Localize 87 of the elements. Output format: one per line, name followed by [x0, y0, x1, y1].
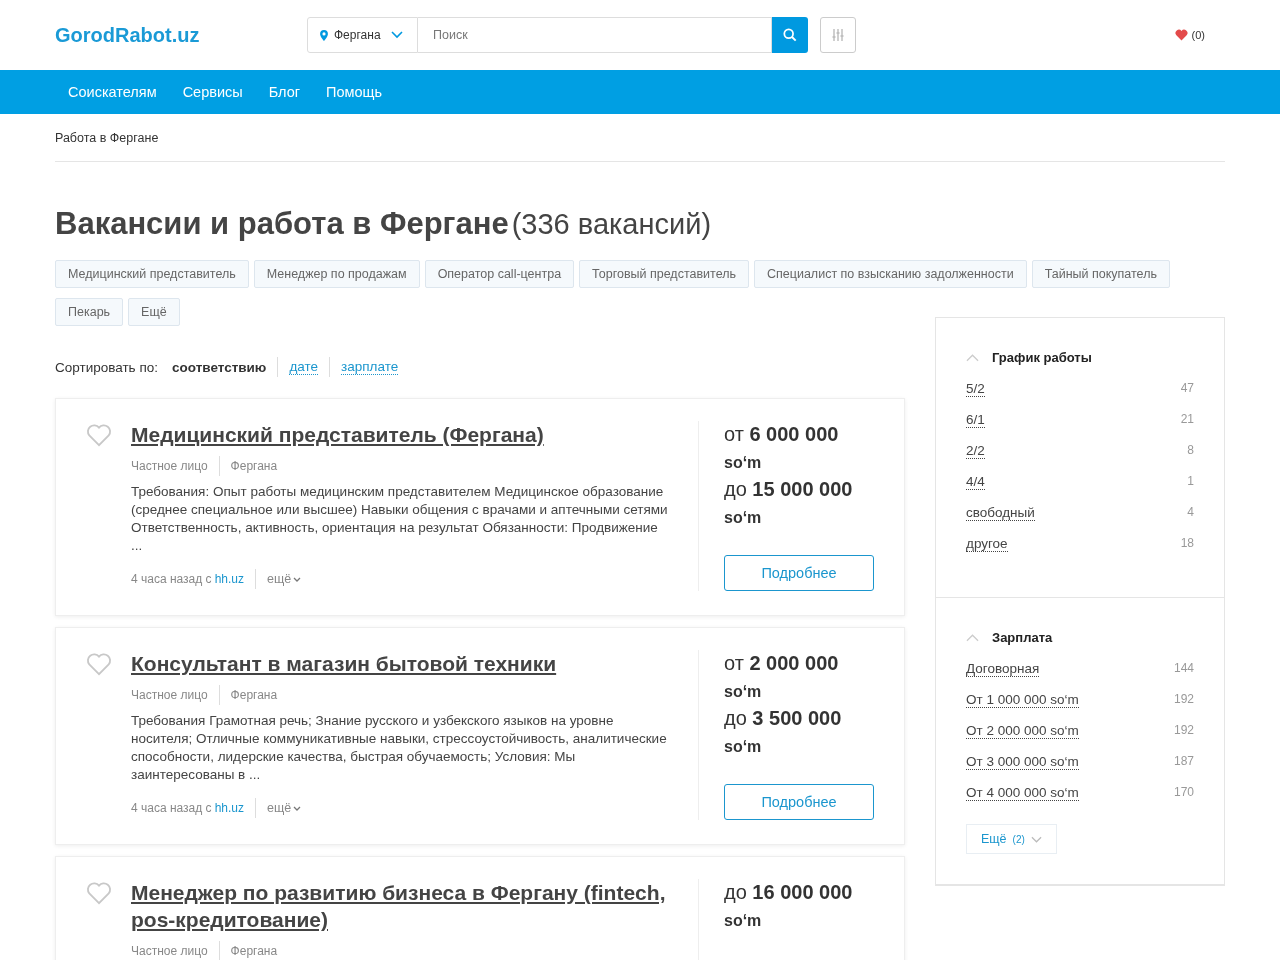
employer-label: Частное лицо: [131, 459, 208, 473]
chevron-up-icon[interactable]: [966, 633, 979, 642]
salary-text: от 2 000 000 so‘m: [724, 651, 840, 702]
filter-option[interactable]: От 4 000 000 so‘m: [966, 785, 1079, 801]
salary-text: от 6 000 000 so‘m: [724, 422, 840, 473]
site-logo[interactable]: GorodRabot.uz: [55, 23, 307, 47]
city-label: Фергана: [230, 688, 278, 702]
chevron-down-icon: [293, 576, 302, 582]
filter-heading: График работы: [992, 350, 1092, 365]
tag-chip[interactable]: Ещё: [128, 298, 180, 326]
employer-label: Частное лицо: [131, 688, 208, 702]
heart-icon[interactable]: [1174, 29, 1188, 41]
posted-time: 4 часа назад с: [131, 572, 212, 586]
posted-time: 4 часа назад с: [131, 801, 212, 815]
more-dropdown[interactable]: ещё: [267, 572, 302, 586]
city-dropdown[interactable]: Фергана: [307, 17, 418, 53]
filter-option[interactable]: Договорная: [966, 661, 1040, 677]
chevron-down-icon: [390, 31, 403, 39]
vacancy-title-link[interactable]: Консультант в магазин бытовой техники: [131, 650, 668, 677]
details-button[interactable]: Подробнее: [724, 555, 874, 591]
search-field[interactable]: Поиск: [418, 17, 772, 53]
chevron-down-icon: [1030, 835, 1042, 843]
sort-option[interactable]: соответствию: [172, 359, 267, 375]
tag-chip[interactable]: Пекарь: [55, 298, 124, 326]
filter-option[interactable]: другое: [966, 536, 1008, 552]
search-button[interactable]: [772, 17, 808, 53]
tag-chip[interactable]: Торговый представитель: [579, 260, 749, 288]
salary-text: до 16 000 000 so‘m: [724, 880, 854, 931]
heart-outline-icon[interactable]: [86, 423, 112, 447]
page-title: Вакансии и работа в Фергане: [55, 206, 509, 241]
option-count: 144: [1173, 661, 1194, 677]
employer-label: Частное лицо: [131, 944, 208, 958]
filter-button[interactable]: [820, 17, 856, 53]
nav-link[interactable]: Соискателям: [68, 84, 157, 100]
source-link[interactable]: hh.uz: [214, 801, 244, 815]
city-label: Фергана: [230, 944, 278, 958]
vacancy-description: Требования: Опыт работы медицинским представителем Медицинское образование (среднее специальное или высшее) Навыки общения с врачами и аптечными сетями Ответственность, активность, ориентация на результат Обязанности: Продвижение ...: [131, 483, 668, 555]
tag-chip[interactable]: Медицинский представитель: [55, 260, 249, 288]
vacancy-count: (336 вакансий): [511, 208, 712, 240]
location-pin-icon: [320, 29, 328, 41]
vacancy-title-link[interactable]: Менеджер по развитию бизнеса в Фергану (fintech, pos-кредитование): [131, 879, 668, 933]
show-more-button[interactable]: Ещё (2): [966, 824, 1057, 854]
filter-option[interactable]: От 3 000 000 so‘m: [966, 754, 1079, 770]
breadcrumb[interactable]: Работа в Фергане: [55, 130, 159, 145]
filter-option[interactable]: свободный: [966, 505, 1035, 521]
option-count: 192: [1173, 692, 1194, 708]
city-label: Фергана: [230, 459, 278, 473]
details-button[interactable]: Подробнее: [724, 784, 874, 820]
search-icon: [783, 28, 797, 42]
filter-option[interactable]: 6/1: [966, 412, 985, 428]
filter-option[interactable]: От 2 000 000 so‘m: [966, 723, 1079, 739]
filter-option[interactable]: 4/4: [966, 474, 985, 490]
chevron-up-icon[interactable]: [966, 353, 979, 362]
sort-label: Сортировать по:: [55, 359, 158, 375]
filter-option[interactable]: 2/2: [966, 443, 985, 459]
vacancy-title-link[interactable]: Медицинский представитель (Фергана): [131, 421, 668, 448]
sort-option[interactable]: дате: [289, 359, 319, 375]
option-count: 21: [1180, 412, 1194, 428]
option-count: 170: [1173, 785, 1194, 801]
chevron-down-icon: [293, 805, 302, 811]
nav-link[interactable]: Сервисы: [182, 84, 243, 100]
option-count: 4: [1187, 505, 1194, 521]
heart-outline-icon[interactable]: [86, 881, 112, 905]
vacancy-description: Требования Грамотная речь; Знание русского и узбекского языков на уровне носителя; Отличные коммуникативные навыки, стрессоустойчивость, аналитические способности, лидерские качества, быстрая обучаемость; Условия: Мы заинтересованы в ...: [131, 712, 668, 784]
heart-outline-icon[interactable]: [86, 652, 112, 676]
source-link[interactable]: hh.uz: [214, 572, 244, 586]
option-count: 1: [1187, 474, 1194, 490]
filter-option[interactable]: 5/2: [966, 381, 985, 397]
tag-chip[interactable]: Специалист по взысканию задолженности: [754, 260, 1027, 288]
nav-link[interactable]: Блог: [268, 84, 301, 100]
sort-option[interactable]: зарплате: [341, 359, 399, 375]
salary-text: до 3 500 000 so‘m: [724, 706, 843, 757]
favorites-count[interactable]: (0): [1191, 29, 1205, 41]
option-count: 8: [1187, 443, 1194, 459]
nav-link[interactable]: Помощь: [326, 84, 383, 100]
tag-chip[interactable]: Оператор call-центра: [424, 260, 575, 288]
sliders-icon: [831, 28, 845, 42]
more-dropdown[interactable]: ещё: [267, 801, 302, 815]
tag-chip[interactable]: Менеджер по продажам: [253, 260, 420, 288]
option-count: 47: [1180, 381, 1194, 397]
filter-heading: Зарплата: [992, 630, 1053, 645]
option-count: 18: [1180, 536, 1194, 552]
option-count: 187: [1173, 754, 1194, 770]
salary-text: до 15 000 000 so‘m: [724, 477, 854, 528]
option-count: 192: [1173, 723, 1194, 739]
filter-option[interactable]: От 1 000 000 so‘m: [966, 692, 1079, 708]
tag-chip[interactable]: Тайный покупатель: [1031, 260, 1170, 288]
